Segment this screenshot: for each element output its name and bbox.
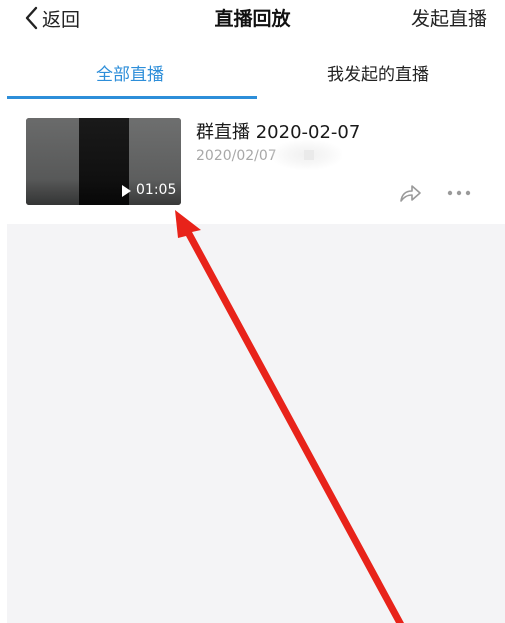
tab-my-live[interactable]: 我发起的直播 — [327, 60, 429, 85]
empty-list-area — [7, 224, 505, 623]
video-duration: 01:05 — [136, 182, 177, 198]
start-live-button[interactable]: 发起直播 — [411, 4, 487, 31]
replay-date: 2020/02/07 — [196, 148, 277, 164]
nav-bar: 返回 直播回放 发起直播 — [0, 0, 505, 42]
privacy-blur — [272, 140, 342, 170]
share-icon[interactable] — [398, 182, 422, 204]
tab-bar: 全部直播 我发起的直播 — [0, 50, 505, 101]
tab-all-live[interactable]: 全部直播 — [96, 60, 164, 85]
active-tab-indicator — [7, 96, 257, 99]
more-icon[interactable] — [446, 188, 472, 198]
video-thumbnail[interactable]: 01:05 — [26, 118, 181, 205]
live-replay-screen: 返回 直播回放 发起直播 全部直播 我发起的直播 01:05 群直播 2020-… — [0, 0, 505, 623]
play-icon — [122, 185, 131, 197]
